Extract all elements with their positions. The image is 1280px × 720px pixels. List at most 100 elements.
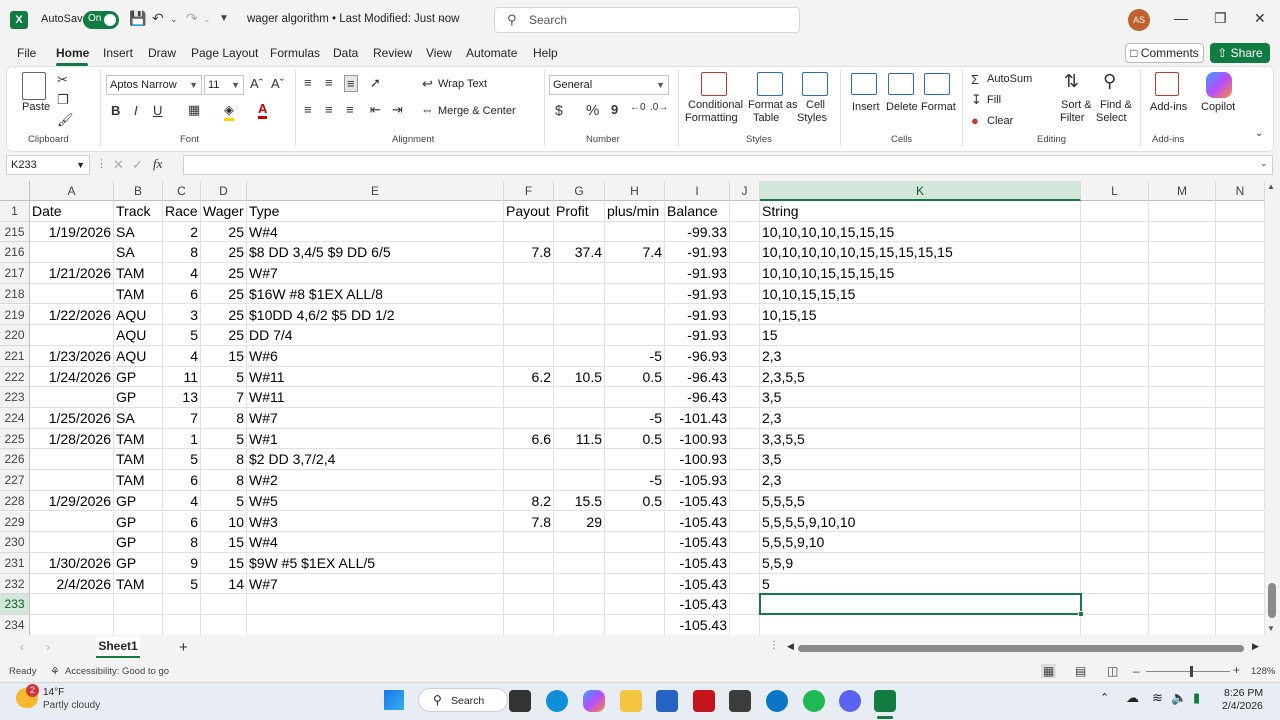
header-cell-n[interactable] bbox=[1216, 201, 1265, 222]
decrease-indent-icon[interactable]: ⇤ bbox=[370, 102, 381, 118]
cell-i[interactable]: -105.43 bbox=[665, 552, 730, 574]
cell-b[interactable]: AQU bbox=[114, 345, 163, 367]
redo-icon[interactable]: ↷ bbox=[186, 10, 198, 27]
font-size-select[interactable]: 11 ▼ bbox=[204, 75, 244, 95]
cell-d[interactable]: 15 bbox=[201, 345, 247, 367]
cell-h[interactable] bbox=[605, 615, 665, 636]
dell-icon[interactable] bbox=[766, 690, 788, 712]
tab-formulas[interactable]: Formulas bbox=[270, 46, 320, 60]
merge-center-button[interactable]: Merge & Center bbox=[438, 105, 516, 117]
cut-icon[interactable]: ✂ bbox=[57, 72, 68, 88]
cell-k[interactable]: 3,5 bbox=[760, 449, 1081, 471]
row-header[interactable]: 220 bbox=[0, 325, 30, 346]
cell-k[interactable]: 2,3 bbox=[760, 470, 1081, 491]
mcafee-icon[interactable] bbox=[693, 690, 715, 712]
align-bottom-icon[interactable]: ≡ bbox=[344, 75, 358, 92]
cell-c[interactable]: 4 bbox=[163, 345, 201, 367]
cell-m[interactable] bbox=[1149, 532, 1216, 553]
split-handle-icon[interactable]: ⋮ bbox=[769, 640, 779, 651]
wifi-icon[interactable]: ≋ bbox=[1152, 690, 1163, 706]
header-cell-a[interactable]: Date bbox=[30, 201, 114, 222]
close-icon[interactable]: ✕ bbox=[1254, 10, 1266, 27]
tab-draw[interactable]: Draw bbox=[148, 46, 176, 60]
scroll-down-icon[interactable]: ▼ bbox=[1267, 624, 1275, 633]
cell-m[interactable] bbox=[1149, 345, 1216, 367]
cell-k[interactable]: 2,3 bbox=[760, 408, 1081, 429]
row-header[interactable]: 233 bbox=[0, 594, 30, 615]
cell-e[interactable]: W#4 bbox=[247, 221, 504, 243]
cell-i[interactable]: -91.93 bbox=[665, 283, 730, 305]
cell-g[interactable]: 37.4 bbox=[554, 242, 605, 264]
tab-review[interactable]: Review bbox=[373, 46, 412, 60]
cell-c[interactable]: 7 bbox=[163, 408, 201, 429]
cell-j[interactable] bbox=[730, 470, 760, 491]
cell-e[interactable]: W#7 bbox=[247, 263, 504, 284]
fill-handle[interactable] bbox=[1078, 611, 1084, 617]
cell-n[interactable] bbox=[1216, 408, 1265, 429]
cell-i[interactable]: -101.43 bbox=[665, 408, 730, 429]
cell-h[interactable]: 7.4 bbox=[605, 242, 665, 264]
zoom-slider-thumb[interactable] bbox=[1190, 666, 1193, 677]
cell-i[interactable]: -96.43 bbox=[665, 366, 730, 388]
cell-i[interactable]: -100.93 bbox=[665, 449, 730, 471]
cell-g[interactable]: 29 bbox=[554, 511, 605, 533]
cell-d[interactable]: 25 bbox=[201, 325, 247, 346]
row-header[interactable]: 218 bbox=[0, 283, 30, 305]
cell-g[interactable] bbox=[554, 594, 605, 615]
cell-f[interactable]: 8.2 bbox=[504, 490, 554, 512]
comments-button[interactable]: □ Comments bbox=[1125, 43, 1204, 63]
cell-a[interactable] bbox=[30, 532, 114, 553]
cell-b[interactable]: GP bbox=[114, 387, 163, 408]
header-cell-j[interactable] bbox=[730, 201, 760, 222]
row-header[interactable]: 230 bbox=[0, 532, 30, 553]
page-break-view-icon[interactable]: ◫ bbox=[1107, 664, 1118, 678]
cell-j[interactable] bbox=[730, 511, 760, 533]
insert-function-button[interactable]: fx bbox=[153, 156, 162, 172]
cell-i[interactable]: -99.33 bbox=[665, 221, 730, 243]
cell-n[interactable] bbox=[1216, 366, 1265, 388]
cell-h[interactable] bbox=[605, 387, 665, 408]
cell-k[interactable] bbox=[760, 615, 1081, 636]
row-header[interactable]: 222 bbox=[0, 366, 30, 388]
page-layout-view-icon[interactable]: ▤ bbox=[1075, 664, 1086, 678]
cell-a[interactable] bbox=[30, 594, 114, 615]
cell-f[interactable] bbox=[504, 615, 554, 636]
font-name-select[interactable]: Aptos Narrow ▼ bbox=[106, 75, 202, 95]
discord-icon[interactable] bbox=[839, 690, 861, 712]
find-select-label-1[interactable]: Find & bbox=[1100, 99, 1132, 111]
cell-e[interactable]: $8 DD 3,4/5 $9 DD 6/5 bbox=[247, 242, 504, 264]
cell-j[interactable] bbox=[730, 325, 760, 346]
row-header[interactable]: 221 bbox=[0, 345, 30, 367]
horizontal-scroll-thumb[interactable] bbox=[798, 645, 1244, 652]
cell-f[interactable] bbox=[504, 408, 554, 429]
cell-e[interactable]: W#6 bbox=[247, 345, 504, 367]
cell-j[interactable] bbox=[730, 242, 760, 264]
cell-d[interactable]: 8 bbox=[201, 449, 247, 471]
row-header[interactable]: 232 bbox=[0, 573, 30, 595]
cell-l[interactable] bbox=[1081, 449, 1149, 471]
column-header-n[interactable]: N bbox=[1216, 181, 1265, 201]
delete-cells-button[interactable]: Delete bbox=[886, 101, 918, 113]
cell-b[interactable]: SA bbox=[114, 408, 163, 429]
row-header[interactable]: 229 bbox=[0, 511, 30, 533]
cell-g[interactable] bbox=[554, 470, 605, 491]
cell-d[interactable]: 15 bbox=[201, 532, 247, 553]
cell-m[interactable] bbox=[1149, 594, 1216, 615]
underline-button[interactable]: U bbox=[153, 103, 162, 118]
cell-k[interactable]: 10,15,15 bbox=[760, 304, 1081, 326]
cell-n[interactable] bbox=[1216, 449, 1265, 471]
increase-indent-icon[interactable]: ⇥ bbox=[392, 102, 403, 118]
cell-k[interactable]: 5,5,5,5 bbox=[760, 490, 1081, 512]
cell-a[interactable]: 1/23/2026 bbox=[30, 345, 114, 367]
cell-b[interactable] bbox=[114, 594, 163, 615]
cell-b[interactable]: AQU bbox=[114, 325, 163, 346]
row-header[interactable]: 226 bbox=[0, 449, 30, 471]
conditional-formatting-label-1[interactable]: Conditional bbox=[688, 99, 743, 111]
increase-decimal-icon[interactable]: ←0 bbox=[630, 102, 646, 113]
column-header-k[interactable]: K bbox=[760, 181, 1081, 201]
cell-f[interactable]: 7.8 bbox=[504, 511, 554, 533]
cell-j[interactable] bbox=[730, 221, 760, 243]
column-header-g[interactable]: G bbox=[554, 181, 605, 201]
save-icon[interactable]: 💾 bbox=[129, 10, 146, 27]
cell-l[interactable] bbox=[1081, 552, 1149, 574]
